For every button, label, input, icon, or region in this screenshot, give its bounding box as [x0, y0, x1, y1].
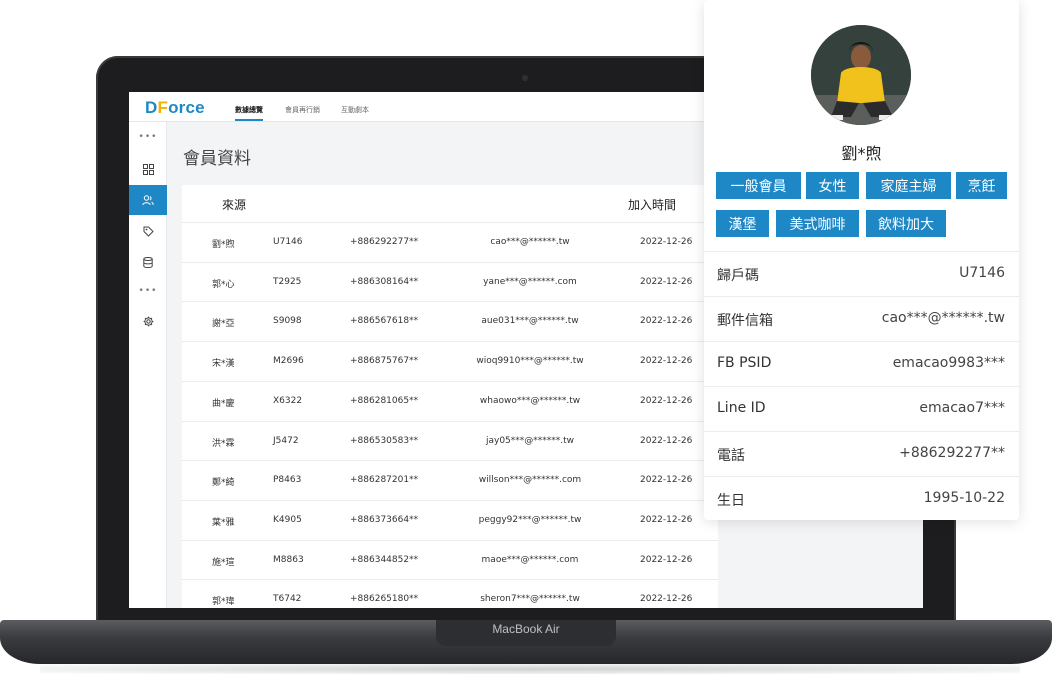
cell-email: maoe***@******.com: [481, 554, 579, 565]
cell-name: 鄭*綺: [212, 478, 235, 489]
cell-join-date: 2022-12-26: [640, 395, 693, 406]
column-header-source[interactable]: 來源: [222, 196, 246, 213]
cell-email: cao***@******.tw: [490, 237, 570, 247]
cell-email: willson***@******.com: [478, 475, 582, 486]
cell-join-date: 2022-12-26: [640, 594, 693, 605]
cell-name: 郭*瑋: [212, 597, 235, 608]
profile-field-value: +886292277**: [899, 445, 1005, 461]
profile-field-row: 生日 1995-10-22: [704, 476, 1019, 521]
cell-member-id: M2696: [273, 356, 304, 367]
cell-name: 宋*漢: [212, 359, 235, 370]
cell-member-id: T2925: [273, 276, 302, 287]
table-row[interactable]: 曲*慶 X6322 +886281065** whaowo***@******.tw 2…: [182, 380, 718, 421]
cell-join-date: 2022-12-26: [640, 554, 693, 565]
cell-name: 謝*亞: [212, 319, 235, 330]
tag-large-drink[interactable]: 飲料加大: [866, 210, 946, 237]
profile-field-label: 生日: [717, 493, 745, 509]
cell-phone: +886287201**: [350, 475, 419, 486]
table-row[interactable]: 鄭*綺 P8463 +886287201** willson***@******.co…: [182, 460, 718, 501]
cell-phone: +886265180**: [350, 594, 419, 605]
cell-join-date: 2022-12-26: [640, 435, 693, 446]
cell-email: jay05***@******.tw: [485, 435, 575, 446]
profile-field-label: FB PSID: [717, 355, 772, 371]
column-header-join-time[interactable]: 加入時間: [628, 196, 676, 213]
cell-email: wioq9910***@******.tw: [476, 356, 584, 367]
cell-member-id: M8863: [273, 554, 304, 565]
cell-join-date: 2022-12-26: [640, 514, 693, 525]
table-row[interactable]: 劉*煦 U7146 +886292277** cao***@******.tw 2022…: [182, 222, 718, 262]
cell-member-id: X6322: [273, 395, 303, 406]
cell-phone: +886281065**: [350, 395, 419, 406]
cell-member-id: U7146: [273, 237, 303, 247]
profile-field-label: 郵件信箱: [717, 313, 773, 329]
cell-join-date: 2022-12-26: [640, 356, 693, 367]
cell-name: 郭*心: [212, 279, 235, 290]
cell-email: peggy92***@******.tw: [478, 514, 582, 525]
cell-member-id: J5472: [273, 435, 299, 446]
avatar-photo: [811, 25, 911, 125]
tag-cooking[interactable]: 烹飪: [956, 172, 1007, 199]
cell-join-date: 2022-12-26: [640, 316, 693, 327]
profile-field-value: cao***@******.tw: [881, 310, 1005, 326]
table-row[interactable]: 謝*亞 S9098 +886567618** aue031***@******.tw 2…: [182, 301, 718, 342]
profile-field-value: U7146: [959, 265, 1005, 281]
cell-phone: +886308164**: [350, 276, 419, 287]
cell-email: aue031***@******.tw: [481, 316, 579, 327]
device-label: MacBook Air: [492, 622, 560, 636]
profile-field-row: Line ID emacao7***: [704, 386, 1019, 431]
cell-phone: +886292277**: [350, 237, 419, 247]
table-row[interactable]: 郭*心 T2925 +886308164** yane***@******.com 20…: [182, 261, 718, 302]
cell-email: sheron7***@******.tw: [480, 594, 580, 605]
profile-field-label: 歸戶碼: [717, 268, 759, 284]
cell-member-id: K4905: [273, 514, 302, 525]
table-row[interactable]: 葉*雅 K4905 +886373664** peggy92***@******.tw…: [182, 499, 718, 540]
profile-name: 劉*煦: [841, 144, 882, 163]
tag-americano[interactable]: 美式咖啡: [776, 210, 859, 237]
profile-field-row: 郵件信箱 cao***@******.tw: [704, 296, 1019, 341]
cell-phone: +886875767**: [350, 356, 419, 367]
profile-field-row: 歸戶碼 U7146: [704, 251, 1019, 296]
cell-join-date: 2022-12-26: [640, 237, 693, 247]
cell-member-id: P8463: [273, 475, 302, 486]
member-profile-card: 劉*煦 一般會員 女性 家庭主婦 烹飪 漢堡 美式咖啡 飲料加大 歸戶碼 U714…: [704, 0, 1019, 520]
table-row[interactable]: 施*瑄 M8863 +886344852** maoe***@******.com 20…: [182, 539, 718, 580]
cell-member-id: T6742: [273, 594, 302, 605]
cell-member-id: S9098: [273, 316, 302, 327]
cell-join-date: 2022-12-26: [640, 276, 693, 287]
cell-email: yane***@******.com: [483, 276, 577, 287]
cell-name: 洪*霖: [212, 438, 235, 449]
table-row[interactable]: 郭*瑋 T6742 +886265180** sheron7***@******.tw…: [182, 579, 718, 608]
laptop-shadow: [40, 664, 1020, 674]
camera-dot: [522, 75, 528, 81]
tag-general-member[interactable]: 一般會員: [716, 172, 801, 199]
profile-field-row: 電話 +886292277**: [704, 431, 1019, 476]
profile-field-value: emacao9983***: [892, 355, 1005, 371]
cell-join-date: 2022-12-26: [640, 475, 693, 486]
cell-name: 曲*慶: [212, 398, 235, 409]
cell-phone: +886567618**: [350, 316, 419, 327]
cell-phone: +886530583**: [350, 435, 419, 446]
profile-field-row: FB PSID emacao9983***: [704, 341, 1019, 386]
tag-burger[interactable]: 漢堡: [716, 210, 769, 237]
cell-email: whaowo***@******.tw: [479, 395, 581, 406]
profile-field-label: 電話: [717, 448, 745, 464]
cell-name: 劉*煦: [212, 240, 235, 250]
profile-field-value: emacao7***: [919, 400, 1005, 416]
profile-field-value: 1995-10-22: [923, 490, 1005, 506]
table-row[interactable]: 洪*霖 J5472 +886530583** jay05***@******.tw 20…: [182, 420, 718, 461]
profile-field-label: Line ID: [717, 400, 766, 416]
tag-female[interactable]: 女性: [806, 172, 859, 199]
avatar: [811, 25, 911, 125]
tag-housewife[interactable]: 家庭主婦: [866, 172, 951, 199]
cell-name: 施*瑄: [212, 557, 235, 568]
cell-name: 葉*雅: [212, 517, 235, 528]
table-row[interactable]: 宋*漢 M2696 +886875767** wioq9910***@******.t…: [182, 341, 718, 382]
cell-phone: +886344852**: [350, 554, 419, 565]
cell-phone: +886373664**: [350, 514, 419, 525]
